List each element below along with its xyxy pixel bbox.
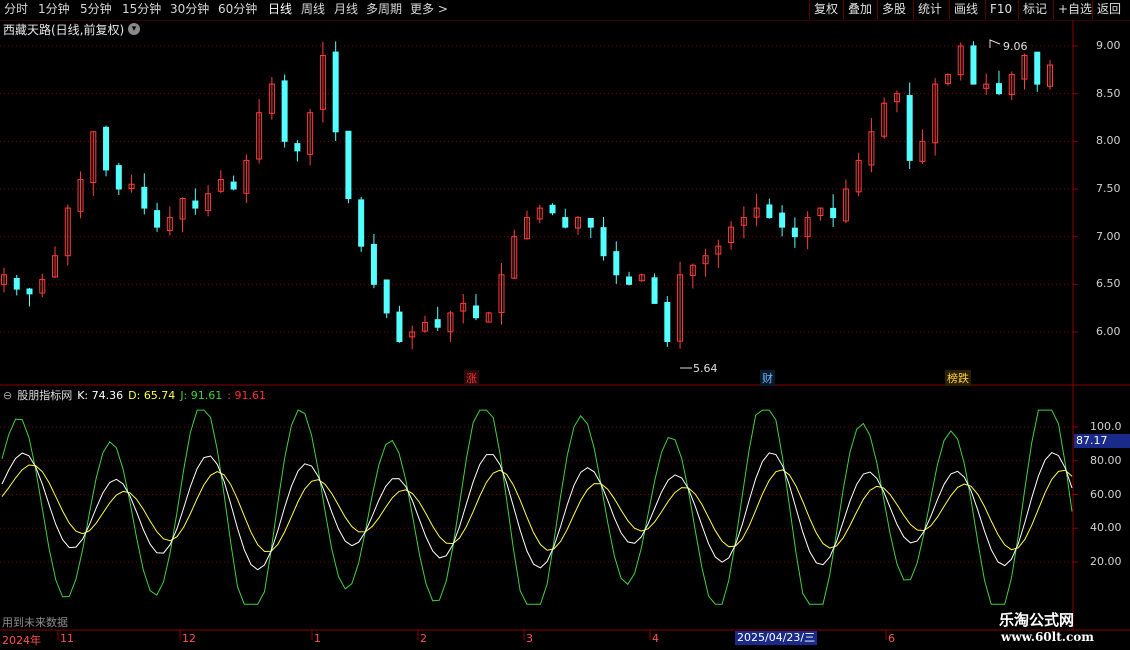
price-tick-label: 7.00 (1096, 229, 1121, 243)
year-label: 2024年 (2, 634, 41, 647)
indicator-title: ⊖ 股朋指标网 K: 74.36 D: 65.74 J: 91.61 : 91.61 (3, 387, 271, 403)
chevron-down-icon[interactable]: ▾ (128, 23, 140, 35)
current-value-badge: 87.17 (1074, 434, 1130, 448)
indicator-tick-label: 80.00 (1090, 453, 1122, 467)
month-label: 12 (182, 632, 196, 645)
candle-body (970, 45, 977, 85)
month-label: 11 (60, 632, 74, 645)
watermark-url: www.60lt.com (1001, 630, 1094, 644)
candle-body (587, 217, 594, 228)
candle-body (192, 200, 199, 209)
candle-body (766, 204, 773, 219)
indicator-tick-label: 20.00 (1090, 555, 1122, 568)
candlesticks (1, 41, 1053, 350)
month-label: 1 (314, 632, 321, 645)
price-tick-label: 6.50 (1096, 277, 1121, 291)
candle-body (281, 80, 288, 142)
candle-body (626, 276, 633, 285)
candle-body (358, 199, 365, 247)
candle-body (26, 288, 33, 295)
candle-body (345, 130, 352, 200)
price-tick-label: 9.00 (1096, 39, 1121, 52)
price-tick-label: 8.50 (1096, 86, 1121, 100)
high-marker: 9.06 (1003, 40, 1028, 53)
candle-body (562, 217, 569, 228)
current-date: 2025/04/23/三 (735, 631, 818, 645)
candle-body (664, 301, 671, 343)
candle-body (154, 210, 161, 228)
chart-canvas[interactable] (0, 0, 1130, 650)
high-arrow (989, 39, 1001, 48)
candle-body (830, 207, 837, 219)
extra-label: : 91.61 (227, 389, 266, 402)
price-tick-label: 7.50 (1096, 182, 1121, 195)
candle-body (613, 251, 620, 276)
low-marker: 5.64 (693, 362, 718, 375)
indicator-tick-label: 40.00 (1090, 521, 1122, 535)
candle-body (600, 227, 607, 257)
future-data-note: 用到未来数据 (2, 616, 68, 629)
candle-body (13, 277, 20, 290)
indicator-tick-label: 60.00 (1090, 487, 1122, 501)
event-tag-zhang[interactable]: 涨 (464, 370, 479, 386)
j-line (1, 409, 1073, 605)
watermark-title: 乐淘公式网 (999, 611, 1075, 629)
candle-body (141, 186, 148, 209)
month-label: 4 (652, 632, 659, 645)
k-line (1, 451, 1073, 571)
kdj-lines (1, 409, 1073, 605)
candle-body (651, 277, 658, 304)
candle-body (472, 305, 479, 319)
candle-body (370, 243, 377, 285)
candle-body (1034, 51, 1041, 85)
price-tick-label: 8.00 (1096, 134, 1121, 148)
j-label: J: 91.61 (180, 389, 223, 402)
price-grid (0, 45, 1073, 333)
indicator-grid (0, 426, 1073, 563)
k-label: K: 74.36 (77, 389, 124, 402)
candle-body (294, 143, 301, 152)
event-tag-cai[interactable]: 财 (760, 370, 775, 386)
candle-body (332, 51, 339, 133)
price-tick-label: 6.00 (1096, 325, 1121, 338)
month-label: 3 (526, 632, 533, 645)
stock-title[interactable]: 西藏天路(日线,前复权) (3, 21, 124, 38)
candle-body (549, 204, 556, 214)
indicator-toggle-icon: ⊖ (3, 389, 13, 402)
candle-body (230, 181, 237, 190)
event-tag-bangdie[interactable]: 榜跌 (945, 370, 971, 386)
candle-body (396, 311, 403, 343)
indicator-tick-label: 100.0 (1090, 420, 1122, 433)
candle-body (779, 212, 786, 228)
month-label: 2 (420, 632, 427, 645)
candle-body (906, 95, 913, 161)
candle-body (995, 83, 1002, 95)
month-label: 6 (888, 632, 895, 645)
axes (0, 20, 1130, 640)
candle-body (103, 126, 110, 171)
candle-body (383, 279, 390, 314)
indicator-name: 股朋指标网 (17, 389, 73, 402)
d-line (1, 464, 1073, 553)
candle-body (115, 165, 122, 190)
d-label: D: 65.74 (128, 389, 176, 402)
candle-body (791, 227, 798, 238)
candle-body (434, 319, 441, 328)
